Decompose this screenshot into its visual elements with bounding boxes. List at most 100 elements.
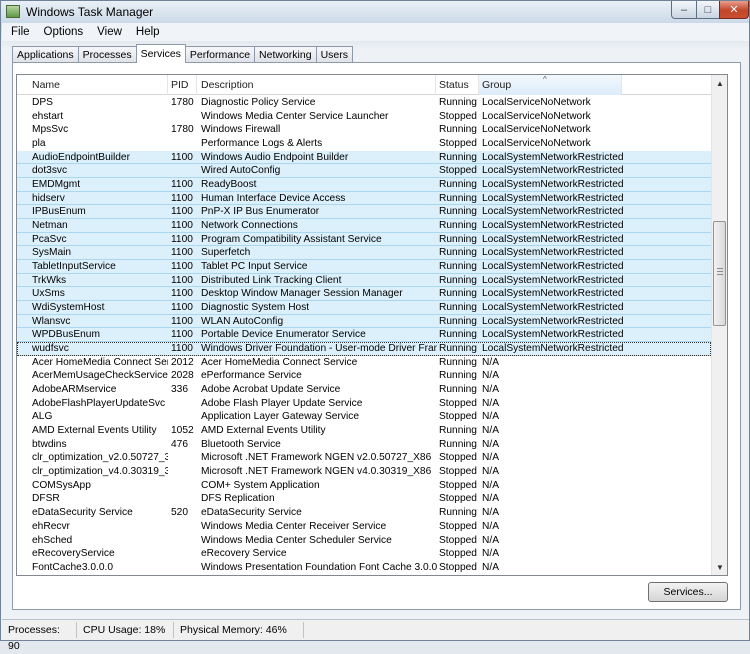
table-row[interactable]: clr_optimization_v4.0.30319_32 Microsoft …	[17, 465, 711, 479]
menu-help[interactable]: Help	[129, 26, 167, 38]
table-row[interactable]: ehRecvr Windows Media Center Receiver Ser…	[17, 520, 711, 534]
cell-name: wudfsvc	[32, 343, 69, 355]
cell-group: N/A	[482, 356, 499, 368]
column-description[interactable]: Description	[197, 75, 436, 95]
tab-services[interactable]: Services	[135, 44, 186, 63]
table-row[interactable]: FontCache3.0.0.0 Windows Presentation Fou…	[17, 561, 711, 575]
cell-status: Stopped	[439, 479, 477, 491]
cell-pid: 2028	[171, 370, 194, 382]
table-row[interactable]: UxSms 1100 Desktop Window Manager Session …	[17, 287, 711, 302]
minimize-button[interactable]: –	[671, 1, 697, 19]
table-row[interactable]: AdobeFlashPlayerUpdateSvc Adobe Flash Pla…	[17, 397, 711, 411]
table-row[interactable]: Acer HomeMedia Connect Service2012Acer H…	[17, 356, 711, 370]
table-row[interactable]: MpsSvc 1780 Windows Firewall Running LocalSe…	[17, 123, 711, 137]
table-row[interactable]: WPDBusEnum 1100 Portable Device Enumerator…	[17, 328, 711, 343]
tab-users[interactable]: Users	[315, 46, 353, 63]
table-row[interactable]: btwdins 476 Bluetooth Service Running N/A	[17, 438, 711, 452]
table-row[interactable]: DPS 1780 Diagnostic Policy Service Running L…	[17, 96, 711, 110]
column-name[interactable]: Name	[17, 75, 168, 95]
cell-pid: 1780	[171, 97, 194, 108]
services-list[interactable]: Name PID Description Status Group ^ DPS 1…	[16, 74, 728, 576]
cell-pid: 1100	[171, 274, 193, 286]
cell-description: eDataSecurity Service	[201, 507, 302, 519]
cell-name: WPDBusEnum	[32, 329, 100, 341]
cell-status: Stopped	[439, 397, 477, 409]
scroll-down-icon[interactable]: ▼	[712, 559, 727, 575]
cell-name: Wlansvc	[32, 315, 71, 327]
table-row[interactable]: eRecoveryService eRecovery Service Stopped…	[17, 547, 711, 561]
cell-description: Program Compatibility Assistant Service	[201, 233, 382, 245]
cell-name: ehstart	[32, 110, 64, 122]
services-button[interactable]: Services...	[648, 582, 728, 602]
table-row[interactable]: AMD External Events Utility 1052 AMD Exter…	[17, 424, 711, 438]
column-group[interactable]: Group ^	[479, 75, 622, 95]
cell-description: ePerformance Service	[201, 370, 302, 382]
cell-name: AMD External Events Utility	[32, 425, 157, 437]
table-row[interactable]: AdobeARMservice 336 Adobe Acrobat Update S…	[17, 383, 711, 397]
cell-name: TabletInputService	[32, 261, 116, 273]
table-row[interactable]: IPBusEnum 1100 PnP-X IP Bus Enumerator Runn…	[17, 205, 711, 220]
cell-name: FontCache3.0.0.0	[32, 561, 113, 573]
cell-status: Running	[439, 247, 477, 259]
menu-options[interactable]: Options	[37, 26, 91, 38]
vertical-scrollbar[interactable]: ▲ ▼	[711, 75, 727, 575]
table-row[interactable]: ehstart Windows Media Center Service Laun…	[17, 110, 711, 124]
cell-status: Running	[439, 97, 477, 108]
table-row[interactable]: WdiSystemHost 1100 Diagnostic System Host R…	[17, 301, 711, 315]
menu-file[interactable]: File	[2, 26, 37, 38]
table-row[interactable]: wudfsvc 1100 Windows Driver Foundation - U…	[17, 342, 711, 356]
cell-status: Stopped	[439, 548, 477, 560]
close-button[interactable]: ✕	[719, 1, 749, 19]
cell-status: Running	[439, 233, 477, 245]
cell-group: N/A	[482, 534, 499, 546]
column-pid[interactable]: PID	[167, 75, 197, 95]
table-row[interactable]: COMSysApp COM+ System Application Stopped N…	[17, 479, 711, 493]
table-row[interactable]: PcaSvc 1100 Program Compatibility Assistan…	[17, 232, 711, 247]
table-row[interactable]: TabletInputService 1100 Tablet PC Input Se…	[17, 260, 711, 274]
cell-status: Running	[439, 356, 477, 368]
cell-pid: 336	[171, 384, 188, 396]
cell-group: N/A	[482, 384, 499, 396]
cell-group: N/A	[482, 548, 499, 560]
cell-group: N/A	[482, 397, 499, 409]
table-row[interactable]: dot3svc Wired AutoConfig Stopped LocalSyste…	[17, 164, 711, 179]
cell-name: clr_optimization_v4.0.30319_32	[32, 466, 168, 478]
tab-networking[interactable]: Networking	[254, 46, 317, 63]
table-row[interactable]: ehSched Windows Media Center Scheduler Se…	[17, 534, 711, 548]
cell-description: Diagnostic System Host	[201, 302, 310, 314]
table-row[interactable]: AudioEndpointBuilder 1100 Windows Audio En…	[17, 150, 711, 165]
column-status[interactable]: Status	[436, 75, 479, 95]
table-row[interactable]: eDataSecurity Service 520 eDataSecurity Se…	[17, 506, 711, 520]
table-row[interactable]: ALG Application Layer Gateway Service Stop…	[17, 410, 711, 424]
menu-view[interactable]: View	[90, 26, 129, 38]
scroll-thumb[interactable]	[713, 221, 726, 326]
cell-name: ehSched	[32, 534, 73, 546]
cell-name: Acer HomeMedia Connect Service	[32, 356, 168, 368]
title-bar[interactable]: Windows Task Manager – □ ✕	[1, 1, 749, 23]
table-row[interactable]: EMDMgmt 1100 ReadyBoost Running LocalSystemN…	[17, 178, 711, 192]
scroll-up-icon[interactable]: ▲	[712, 75, 727, 91]
task-manager-window: Windows Task Manager – □ ✕ File Options …	[0, 0, 750, 652]
tab-performance[interactable]: Performance	[184, 46, 256, 63]
table-row[interactable]: TrkWks 1100 Distributed Link Tracking Clie…	[17, 273, 711, 288]
table-row[interactable]: pla Performance Logs & Alerts Stopped Local…	[17, 137, 711, 151]
cell-description: DFS Replication	[201, 493, 275, 505]
cell-pid: 520	[171, 507, 188, 519]
cell-name: TrkWks	[32, 274, 67, 286]
table-row[interactable]: clr_optimization_v2.0.50727_32 Microsoft …	[17, 451, 711, 465]
cell-description: Windows Presentation Foundation Font Cac…	[201, 561, 437, 573]
table-row[interactable]: Netman 1100 Network Connections Running Loca…	[17, 219, 711, 233]
cell-pid: 1100	[171, 179, 193, 191]
table-row[interactable]: SysMain 1100 Superfetch Running LocalSystemN…	[17, 246, 711, 261]
table-row[interactable]: DFSR DFS Replication Stopped N/A	[17, 492, 711, 506]
table-row[interactable]: AcerMemUsageCheckService 2028 ePerformance…	[17, 369, 711, 383]
status-bar: Processes: 90 CPU Usage: 18% Physical Me…	[2, 619, 749, 652]
cell-group: LocalSystemNetworkRestricted	[482, 261, 624, 273]
cell-status: Stopped	[439, 534, 477, 546]
table-row[interactable]: Wlansvc 1100 WLAN AutoConfig Running LocalSy…	[17, 314, 711, 329]
status-memory: Physical Memory: 46%	[174, 622, 304, 638]
maximize-button[interactable]: □	[696, 1, 720, 19]
tab-processes[interactable]: Processes	[77, 46, 137, 63]
table-row[interactable]: hidserv 1100 Human Interface Device Access…	[17, 191, 711, 206]
tab-applications[interactable]: Applications	[12, 46, 79, 63]
